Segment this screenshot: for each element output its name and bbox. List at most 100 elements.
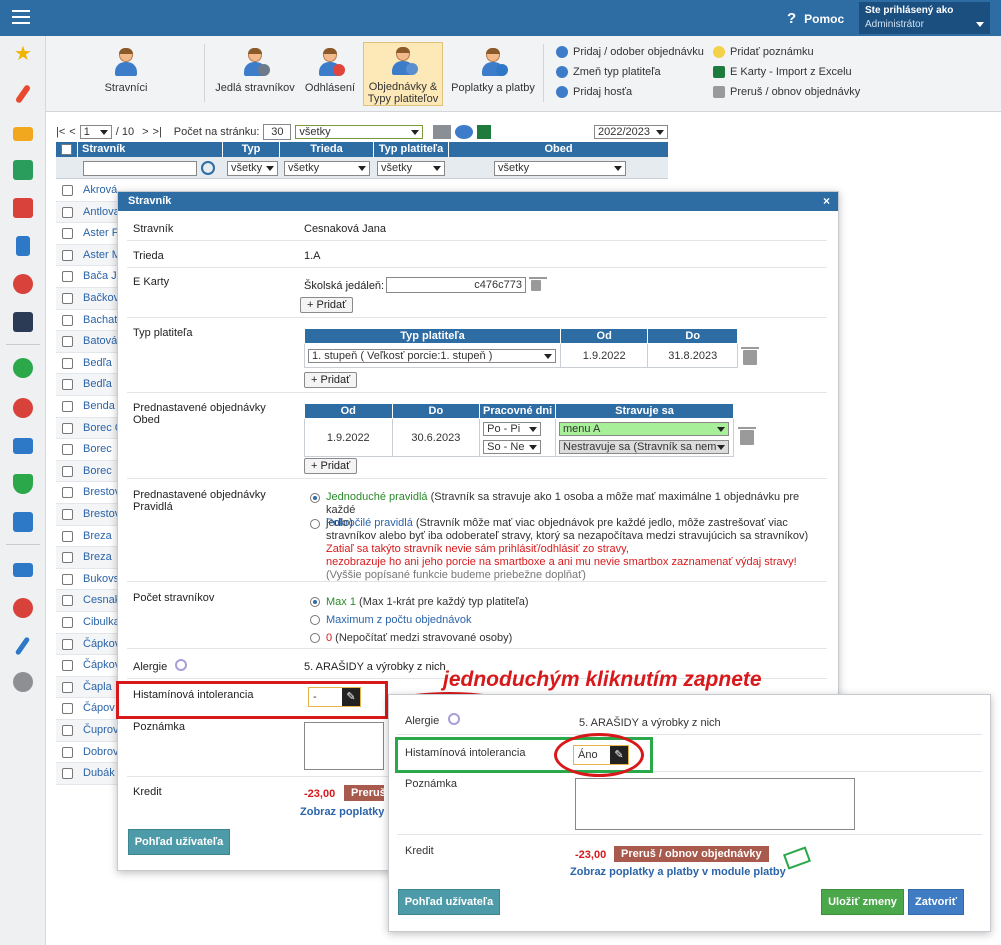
pager-first[interactable]: |< xyxy=(56,126,65,138)
user-icon[interactable] xyxy=(13,274,33,294)
book-icon[interactable] xyxy=(16,236,30,256)
row-name[interactable]: Cesnak xyxy=(83,594,120,606)
select-all-cell[interactable] xyxy=(56,142,78,157)
trash-icon[interactable] xyxy=(529,277,547,291)
pridaj-host-link[interactable]: Pridaj hosťa xyxy=(556,84,632,100)
row-name[interactable]: Aster M xyxy=(83,249,121,261)
open-book-icon[interactable] xyxy=(13,563,33,577)
col-trieda[interactable]: Trieda xyxy=(280,142,374,157)
trieda-filter[interactable]: všetky xyxy=(284,161,370,176)
close-icon[interactable]: × xyxy=(823,194,830,208)
row-checkbox[interactable] xyxy=(62,228,73,240)
name-filter-input[interactable] xyxy=(83,161,197,176)
bar-chart-icon[interactable] xyxy=(13,512,33,532)
row-name[interactable]: Breza xyxy=(83,551,112,563)
help-button[interactable]: ? Pomoc xyxy=(787,10,844,27)
ekarty-add-button[interactable]: + Pridať xyxy=(300,297,354,313)
gear-icon[interactable] xyxy=(13,672,33,692)
col-stravnik[interactable]: Stravník xyxy=(78,142,223,157)
ekarty-input[interactable]: c476c773 xyxy=(386,277,526,293)
col-typ[interactable]: Typ xyxy=(223,142,280,157)
zoom-zobraz-link[interactable]: Zobraz poplatky a platby v module platby xyxy=(570,866,786,878)
pager-prev[interactable]: < xyxy=(69,126,75,138)
row-checkbox[interactable] xyxy=(62,746,73,758)
row-checkbox[interactable] xyxy=(62,314,73,326)
menu-select-2[interactable]: Nestravuje sa (Stravník sa nem xyxy=(559,439,730,454)
tools-icon[interactable] xyxy=(433,125,452,139)
poplatky-button[interactable]: Poplatky a platby xyxy=(448,46,538,110)
row-checkbox[interactable] xyxy=(62,768,73,780)
pohlad-button[interactable]: Pohľad užívateľa xyxy=(128,829,230,855)
check-icon[interactable] xyxy=(13,358,33,378)
row-checkbox[interactable] xyxy=(62,465,73,477)
row-name[interactable]: Borec xyxy=(83,443,112,455)
typ-add-button[interactable]: + Pridať xyxy=(304,372,358,388)
select-all-checkbox[interactable] xyxy=(61,144,72,155)
pred-add-button[interactable]: + Pridať xyxy=(304,458,358,474)
menu-icon[interactable] xyxy=(12,10,30,24)
zobraz-link[interactable]: Zobraz poplatky a platby v module platby xyxy=(300,806,384,818)
obed-filter[interactable]: všetky xyxy=(494,161,626,176)
dni-select-2[interactable]: So - Ne xyxy=(483,439,542,454)
row-checkbox[interactable] xyxy=(62,638,73,650)
zoom-poznamka-textarea[interactable] xyxy=(575,778,855,830)
row-name[interactable]: Breza xyxy=(83,530,112,542)
row-checkbox[interactable] xyxy=(62,487,73,499)
pridaj-odober-link[interactable]: Pridaj / odober objednávku xyxy=(556,44,704,60)
row-checkbox[interactable] xyxy=(62,379,73,391)
col-obed[interactable]: Obed xyxy=(449,142,668,157)
zoom-pohlad-button[interactable]: Pohľad užívateľa xyxy=(398,889,500,915)
row-checkbox[interactable] xyxy=(62,509,73,520)
radio-jednoduche[interactable] xyxy=(310,493,320,503)
row-name[interactable]: Cibulka xyxy=(83,616,120,628)
row-checkbox[interactable] xyxy=(62,293,73,304)
odhlaseni-button[interactable]: Odhlásení xyxy=(302,46,358,110)
user-menu[interactable]: Ste prihlásený ako Administrátor xyxy=(859,2,990,34)
row-name[interactable]: Bedľa xyxy=(83,378,112,390)
pen-icon[interactable] xyxy=(14,636,31,656)
row-name[interactable]: Brestov xyxy=(83,508,120,520)
filter-select[interactable]: všetky xyxy=(295,125,424,139)
gear-icon[interactable] xyxy=(448,713,460,725)
gear-icon[interactable] xyxy=(175,659,187,671)
row-checkbox[interactable] xyxy=(62,185,73,196)
radio-maximum[interactable] xyxy=(310,615,320,625)
row-checkbox[interactable] xyxy=(62,573,73,585)
trash-icon[interactable] xyxy=(738,427,756,445)
year-select[interactable]: 2022/2023 xyxy=(594,125,668,139)
dni-select-1[interactable]: Po - Pi xyxy=(483,421,542,436)
chart-circle-icon[interactable] xyxy=(13,398,33,418)
row-name[interactable]: Benda xyxy=(83,400,115,412)
grid-icon[interactable] xyxy=(13,198,33,218)
pridat-poznamku-link[interactable]: Pridať poznámku xyxy=(713,44,814,60)
col-typ-platitela[interactable]: Typ platiteľa xyxy=(374,142,449,157)
pager-last[interactable]: >| xyxy=(153,126,162,138)
row-checkbox[interactable] xyxy=(62,357,73,369)
row-checkbox[interactable] xyxy=(62,595,73,607)
row-name[interactable]: Bačkov xyxy=(83,292,119,304)
zatvorit-button[interactable]: Zatvoriť xyxy=(908,889,964,915)
poznamka-textarea[interactable] xyxy=(304,722,384,770)
excel-export-icon[interactable] xyxy=(477,125,492,139)
row-name[interactable]: Čapla xyxy=(83,681,112,693)
row-checkbox[interactable] xyxy=(62,681,73,693)
row-name[interactable]: Čápkov xyxy=(83,659,120,671)
zoom-prerus-button[interactable]: Preruš / obnov objednávky xyxy=(614,846,769,862)
ekarty-import-link[interactable]: E Karty - Import z Excelu xyxy=(713,64,852,80)
row-name[interactable]: Dubák xyxy=(83,767,115,779)
per-page-input[interactable]: 30 xyxy=(263,124,292,140)
row-name[interactable]: Batová xyxy=(83,335,117,347)
pager-next[interactable]: > xyxy=(142,126,148,138)
row-name[interactable]: Čápkov xyxy=(83,638,120,650)
zmen-typ-link[interactable]: Zmeň typ platiteľa xyxy=(556,64,661,80)
briefcase-icon[interactable] xyxy=(13,438,33,454)
trash-icon[interactable] xyxy=(741,347,759,365)
prerus-obnov-link[interactable]: Preruš / obnov objednávky xyxy=(713,84,860,100)
chat-icon[interactable] xyxy=(13,598,33,618)
person-filter-icon[interactable] xyxy=(455,125,474,139)
row-checkbox[interactable] xyxy=(62,271,73,283)
calendar-icon[interactable] xyxy=(13,312,33,332)
menu-select-1[interactable]: menu A xyxy=(559,421,730,436)
row-name[interactable]: Bachat xyxy=(83,314,117,326)
objednavky-button[interactable]: Objednávky & Typy platiteľov xyxy=(363,42,443,106)
